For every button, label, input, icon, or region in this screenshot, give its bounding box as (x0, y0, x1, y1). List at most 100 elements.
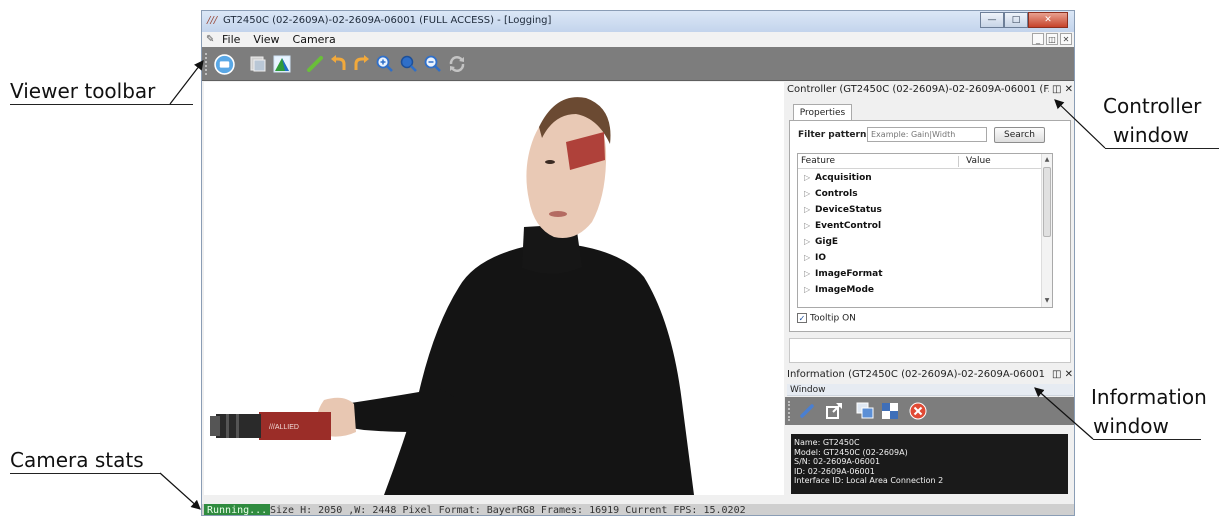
clear-icon[interactable] (909, 402, 927, 420)
information-window-menu[interactable]: Window (787, 384, 1073, 396)
tooltip-label: Tooltip ON (810, 313, 856, 324)
zoom-out-icon[interactable] (424, 55, 442, 73)
maximize-icon[interactable]: □ (1004, 12, 1028, 28)
controller-window-callout-line1: Controller (1103, 94, 1202, 118)
minimize-icon[interactable]: — (980, 12, 1004, 28)
tooltip-checkbox[interactable]: ✓ (797, 313, 807, 323)
status-running-badge: Running... (204, 504, 271, 515)
column-feature[interactable]: Feature (801, 154, 835, 169)
tree-row-label: IO (815, 253, 826, 263)
tree-row[interactable]: ▷ IO (798, 250, 1042, 266)
float-icon[interactable]: ◫ (1052, 84, 1061, 95)
tree-row[interactable]: ▷ Acquisition (798, 170, 1042, 186)
open-external-icon[interactable] (825, 402, 843, 420)
mdi-restore-icon[interactable]: ◫ (1046, 33, 1058, 45)
info-serial: S/N: 02-2609A-06001 (794, 457, 881, 466)
information-window-underline (1093, 439, 1201, 440)
info-model: Model: GT2450C (02-2609A) (794, 447, 908, 457)
feature-tree-scrollbar[interactable]: ▲ ▼ (1041, 154, 1052, 307)
copy-windows-icon[interactable] (856, 402, 874, 420)
status-bar: Running... Size H: 2050 ,W: 2448 Pixel F… (202, 504, 1074, 516)
image-viewer[interactable]: ///ALLIED (204, 82, 784, 495)
menu-bar: ✎ File View Camera _ ◫ ✕ (202, 32, 1074, 47)
zoom-in-icon[interactable] (376, 55, 394, 73)
menu-view[interactable]: View (253, 32, 279, 47)
controller-window-underline (1105, 148, 1219, 149)
rotate-left-icon[interactable] (330, 55, 348, 73)
camera-live-image: ///ALLIED (204, 82, 784, 495)
tree-row[interactable]: ▷ ImageFormat (798, 266, 1042, 282)
viewer-toolbar-callout: Viewer toolbar (10, 79, 156, 103)
controller-description-box (789, 338, 1071, 363)
column-value[interactable]: Value (966, 154, 991, 169)
tree-row-label: Acquisition (815, 173, 872, 183)
filter-label: Filter pattern: (798, 130, 870, 140)
zoom-fit-icon[interactable] (400, 55, 418, 73)
information-window: Information (GT2450C (02-2609A)-02-2609A… (785, 367, 1074, 495)
scroll-down-icon[interactable]: ▼ (1042, 295, 1052, 306)
freerun-icon[interactable] (214, 54, 235, 75)
tree-row[interactable]: ▷ GigE (798, 234, 1042, 250)
close-icon[interactable]: ✕ (1065, 84, 1073, 95)
search-button[interactable]: Search (994, 127, 1045, 143)
scroll-up-icon[interactable]: ▲ (1042, 154, 1052, 165)
feature-tree: Feature Value ▷ Acquisition ▷ Controls ▷ De… (797, 153, 1053, 308)
information-window-callout-line1: Information (1091, 385, 1207, 409)
app-window: /// GT2450C (02-2609A)-02-2609A-06001 (F… (201, 10, 1075, 516)
menu-file[interactable]: File (222, 32, 240, 47)
expand-icon[interactable]: ▷ (804, 250, 810, 266)
camera-stats-callout: Camera stats (10, 448, 144, 472)
tree-row-label: ImageFormat (815, 269, 883, 279)
expand-icon[interactable]: ▷ (804, 186, 810, 202)
controller-dock-buttons: ◫ ✕ (1048, 82, 1073, 98)
edit-icon[interactable] (306, 55, 324, 73)
close-icon[interactable]: ✕ (1028, 12, 1068, 28)
camera-brand-label: ///ALLIED (269, 424, 299, 431)
tree-row-label: GigE (815, 237, 839, 247)
mdi-close-icon[interactable]: ✕ (1060, 33, 1072, 45)
scroll-thumb[interactable] (1043, 167, 1051, 237)
window-controls: — □ ✕ (980, 12, 1068, 28)
histogram-icon[interactable] (273, 55, 291, 73)
refresh-icon[interactable] (448, 55, 466, 73)
viewer-toolbar (202, 47, 1074, 81)
camera-stats: Size H: 2050 ,W: 2448 Pixel Format: Baye… (270, 505, 746, 516)
tree-header: Feature Value (798, 154, 1042, 169)
menu-camera[interactable]: Camera (293, 32, 336, 47)
tree-row[interactable]: ▷ DeviceStatus (798, 202, 1042, 218)
close-icon[interactable]: ✕ (1065, 369, 1073, 380)
expand-icon[interactable]: ▷ (804, 282, 810, 298)
information-window-callout-line2: window (1093, 414, 1169, 438)
rotate-right-icon[interactable] (352, 55, 370, 73)
tree-row[interactable]: ▷ ImageMode (798, 282, 1042, 298)
app-logo-icon: /// (207, 15, 218, 26)
pen-icon: ✎ (206, 34, 215, 45)
information-toolbar (785, 397, 1074, 425)
viewer-toolbar-arrow (169, 60, 204, 105)
mdi-minimize-icon[interactable]: _ (1032, 33, 1044, 45)
tooltip-toggle[interactable]: ✓ Tooltip ON (797, 313, 856, 324)
expand-icon[interactable]: ▷ (804, 202, 810, 218)
toolbar-grip[interactable] (788, 401, 791, 421)
window-title: GT2450C (02-2609A)-02-2609A-06001 (FULL … (223, 15, 552, 26)
toolbar-grip[interactable] (205, 53, 208, 75)
tree-row-label: DeviceStatus (815, 205, 882, 215)
expand-icon[interactable]: ▷ (804, 266, 810, 282)
expand-icon[interactable]: ▷ (804, 234, 810, 250)
tree-row[interactable]: ▷ EventControl (798, 218, 1042, 234)
color-grid-icon[interactable] (881, 402, 899, 420)
tree-row[interactable]: ▷ Controls (798, 186, 1042, 202)
edit-icon[interactable] (798, 402, 816, 420)
save-image-icon[interactable] (249, 55, 267, 73)
expand-icon[interactable]: ▷ (804, 218, 810, 234)
controller-title: Controller (GT2450C (02-2609A)-02-2609A-… (787, 84, 1057, 95)
expand-icon[interactable]: ▷ (804, 170, 810, 186)
info-interface: Interface ID: Local Area Connection 2 (794, 476, 944, 485)
information-dock-buttons: ◫ ✕ (1048, 367, 1073, 383)
info-id: ID: 02-2609A-06001 (794, 466, 875, 476)
tree-row-label: ImageMode (815, 285, 875, 295)
tab-properties[interactable]: Properties (793, 104, 852, 121)
float-icon[interactable]: ◫ (1052, 369, 1061, 380)
title-bar: /// GT2450C (02-2609A)-02-2609A-06001 (F… (202, 11, 1074, 32)
filter-input[interactable] (867, 127, 987, 142)
